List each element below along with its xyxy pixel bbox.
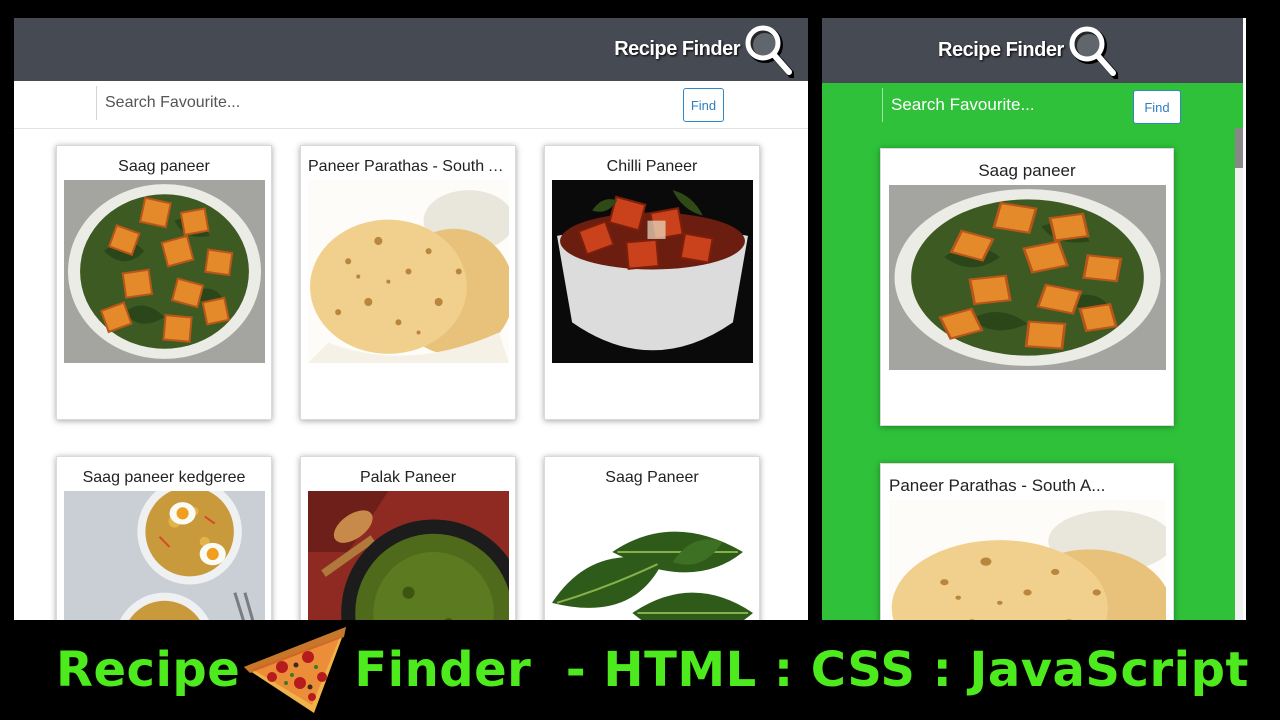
recipe-title: Saag paneer kedgeree [82,469,246,486]
brand: Recipe Finder [614,20,794,78]
recipe-card[interactable]: Paneer Parathas - South A... [880,463,1174,620]
recipe-image-kedgeree [64,491,265,620]
scrollbar-thumb[interactable] [1235,128,1243,168]
recipe-title: Chilli Paneer [606,158,698,175]
search-input[interactable] [96,86,516,120]
mobile-preview: Recipe Finder Find Saag paneer Paneer Pa… [822,18,1246,620]
recipe-image-chilli-paneer [552,180,753,363]
recipe-grid: Saag paneer Paneer Parathas - South A...… [14,129,808,620]
recipe-title: Saag paneer [118,158,210,175]
recipe-title: Saag Paneer [605,469,699,486]
recipe-title: Palak Paneer [359,469,457,486]
recipe-title: Paneer Parathas - South A... [889,476,1106,495]
desktop-preview: Recipe Finder Find Saag paneer Paneer Pa… [14,18,808,620]
magnifier-icon [742,20,794,78]
recipe-image-paratha [889,500,1166,620]
caption-part-2: Finder - HTML : CSS : JavaScript [354,642,1249,698]
recipe-image-saag-paneer [889,185,1166,370]
scrollbar[interactable] [1235,128,1243,620]
caption-banner: Recipe Finder - HTML : CSS : JavaScript [0,620,1280,720]
find-button[interactable]: Find [1133,90,1181,124]
recipe-card[interactable]: Saag paneer [56,145,272,420]
recipe-card[interactable]: Palak Paneer [300,456,516,620]
header: Recipe Finder [822,18,1243,83]
recipe-image-saag-paneer [64,180,265,363]
recipe-card[interactable]: Saag paneer kedgeree [56,456,272,620]
recipe-image-spinach [552,491,753,620]
recipe-image-paratha [308,180,509,363]
recipe-card[interactable]: Paneer Parathas - South A... [300,145,516,420]
magnifier-icon [1066,21,1118,79]
find-button[interactable]: Find [683,88,724,122]
brand-title: Recipe Finder [938,38,1064,61]
header: Recipe Finder [14,18,808,81]
search-input[interactable] [882,88,1122,122]
recipe-card[interactable]: Saag paneer [880,148,1174,426]
search-bar: Find [14,81,808,129]
recipe-title: Saag paneer [978,161,1076,180]
brand: Recipe Finder [938,21,1118,79]
recipe-card[interactable]: Saag Paneer [544,456,760,620]
recipe-title: Paneer Parathas - South A... [308,158,512,175]
recipe-image-palak-paneer [308,491,509,620]
pizza-slice-icon [242,625,352,715]
caption-part-1: Recipe [56,642,241,698]
brand-title: Recipe Finder [614,37,740,60]
recipe-card[interactable]: Chilli Paneer [544,145,760,420]
